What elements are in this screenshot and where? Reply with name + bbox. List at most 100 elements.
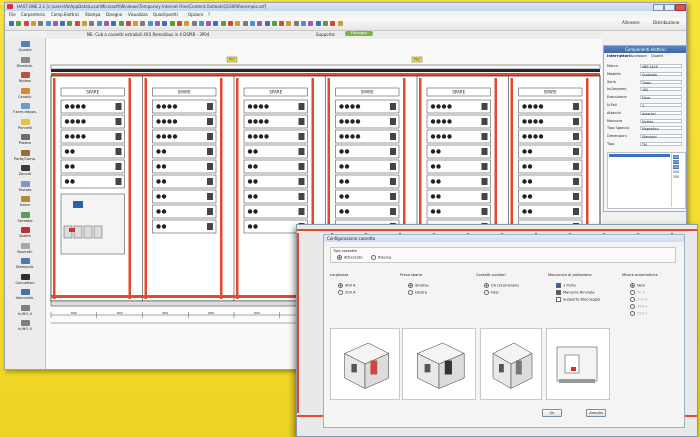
palette-item-0[interactable]: Quadro xyxy=(7,41,43,52)
radio[interactable] xyxy=(408,283,413,288)
checkbox[interactable] xyxy=(556,297,561,302)
toolbar-button-35[interactable] xyxy=(264,21,270,26)
menu-carpenteria[interactable]: Carpenteria xyxy=(21,12,45,17)
toolbar-button-3[interactable] xyxy=(30,21,36,26)
radio[interactable] xyxy=(630,297,635,302)
palette-item-10[interactable]: Barre xyxy=(7,196,43,207)
radio[interactable] xyxy=(630,311,635,316)
toolbar-button-9[interactable] xyxy=(74,21,80,26)
toolbar-button-22[interactable] xyxy=(169,21,175,26)
checkbox[interactable] xyxy=(556,290,561,295)
option[interactable]: Sinistra xyxy=(408,283,466,288)
palette-item-16[interactable]: Vancadim. xyxy=(7,289,43,300)
toolbar-button-36[interactable] xyxy=(271,21,277,26)
property-value[interactable]: Diretta xyxy=(640,118,682,124)
option[interactable]: Destra xyxy=(408,290,466,295)
radio-riserva[interactable]: Riserva xyxy=(371,255,391,260)
menu-visualizza[interactable]: Visualizza xyxy=(128,12,148,17)
list-item[interactable]: 200 xyxy=(673,170,679,174)
toolbar-button-25[interactable] xyxy=(191,21,197,26)
menu-disegno[interactable]: Disegno xyxy=(106,12,122,17)
maximize-button[interactable] xyxy=(664,4,675,11)
close-button[interactable] xyxy=(675,4,686,11)
toolbar-button-20[interactable] xyxy=(155,21,160,26)
toolbar-button-38[interactable] xyxy=(286,21,292,26)
toolbar-button-34[interactable] xyxy=(257,21,263,26)
palette-item-8[interactable]: Zoccoli xyxy=(7,165,43,176)
property-value[interactable]: 160 xyxy=(640,87,682,92)
menu-help[interactable]: ? xyxy=(208,12,210,17)
radio[interactable] xyxy=(338,283,343,288)
list-item[interactable]: 160 xyxy=(673,165,680,169)
property-value[interactable]: Anteriori xyxy=(640,110,682,116)
option[interactable]: CA (Scorrevole) xyxy=(484,283,542,288)
radio[interactable] xyxy=(338,290,343,295)
option[interactable]: 70 A xyxy=(630,290,678,295)
palette-item-11[interactable]: Serbatoi xyxy=(7,211,43,223)
toolbar-button-14[interactable] xyxy=(111,21,117,26)
toolbar-button-13[interactable] xyxy=(103,21,109,26)
palette-item-2[interactable]: Ripiani xyxy=(7,72,43,83)
radio[interactable] xyxy=(630,290,635,295)
toolbar-button-8[interactable] xyxy=(67,21,73,26)
toolbar-button-28[interactable] xyxy=(213,21,219,26)
tab-quadri[interactable]: Quadri xyxy=(651,54,663,58)
toolbar-button-16[interactable] xyxy=(125,21,131,26)
radio[interactable] xyxy=(630,283,635,288)
toolbar-button-10[interactable] xyxy=(82,21,87,26)
toolbar-button-27[interactable] xyxy=(206,21,212,26)
palette-item-12[interactable]: Sbarre xyxy=(7,227,43,238)
property-value[interactable]: Tmax xyxy=(640,79,682,85)
toolbar-button-11[interactable] xyxy=(89,21,95,26)
toolbar-button-26[interactable] xyxy=(198,21,204,26)
toolbar-button-7[interactable] xyxy=(60,21,66,26)
toolbar-button-23[interactable] xyxy=(176,21,182,26)
toolbar-button-21[interactable] xyxy=(162,21,168,26)
radio[interactable] xyxy=(484,283,489,288)
palette-item-4[interactable]: F.sem.dispos. xyxy=(7,103,43,114)
radio-attrezzato[interactable]: Attrezzato xyxy=(337,255,362,260)
checkbox[interactable] xyxy=(556,283,561,288)
tab-accessori[interactable]: Accessori xyxy=(630,54,647,58)
toolbar-button-4[interactable] xyxy=(38,21,44,26)
tab-interruttori[interactable]: Interruttori xyxy=(607,54,630,58)
palette-item-13[interactable]: Sbarrett. xyxy=(7,242,43,254)
tab-document[interactable]: NE- Cub a cassetti estraibili 4X3 Remoli… xyxy=(87,32,209,37)
property-value[interactable]: 3 xyxy=(640,103,682,108)
palette-item-14[interactable]: Stampa/A. xyxy=(7,258,43,269)
toolbar-button-6[interactable] xyxy=(52,21,58,26)
palette-item-7[interactable]: Porte/Comp. xyxy=(7,149,43,161)
list-item[interactable]: 250 xyxy=(673,175,679,179)
menu-comp-elettrici[interactable]: Comp.Elettrici xyxy=(51,12,79,17)
toolbar-button-0[interactable] xyxy=(9,21,14,26)
option[interactable]: Manovra Rinviata xyxy=(556,290,614,295)
palette-item-3[interactable]: Canaliz. xyxy=(7,87,43,99)
property-value[interactable]: TM xyxy=(640,142,682,147)
toolbar-button-15[interactable] xyxy=(118,21,124,26)
toolbar-button-39[interactable] xyxy=(293,21,299,26)
toolbar-button-12[interactable] xyxy=(96,21,102,26)
toolbar-button-17[interactable] xyxy=(133,21,139,26)
supporto-toggle[interactable]: Fissaggio xyxy=(345,31,373,36)
option[interactable]: Fissi xyxy=(484,290,542,295)
palette-item-18[interactable]: In/HO-0 xyxy=(7,320,43,331)
radio[interactable] xyxy=(408,290,413,295)
property-value[interactable]: ABB SACE xyxy=(640,64,682,69)
option[interactable]: 200 A xyxy=(338,290,396,295)
toolbar-button-37[interactable] xyxy=(279,21,285,26)
property-value[interactable]: Standard xyxy=(640,134,682,139)
menu-file[interactable]: File xyxy=(9,12,16,17)
property-value[interactable]: Scatolato xyxy=(640,71,682,77)
toolbar-button-33[interactable] xyxy=(249,21,255,26)
properties-list[interactable]: 100 125 160 200 250 xyxy=(607,152,686,209)
list-item[interactable]: 100 xyxy=(673,155,680,159)
option[interactable]: Vedi xyxy=(630,283,678,288)
menu-stampa[interactable]: Stampa xyxy=(85,12,100,17)
toolbar-button-43[interactable] xyxy=(322,21,328,26)
toolbar-button-32[interactable] xyxy=(242,21,248,26)
cancel-button[interactable]: Annulla xyxy=(586,409,606,417)
minimize-button[interactable] xyxy=(653,4,664,11)
toolbar-button-40[interactable] xyxy=(301,21,306,26)
option[interactable]: 160 A xyxy=(630,304,678,309)
toolbar-button-31[interactable] xyxy=(235,21,241,26)
